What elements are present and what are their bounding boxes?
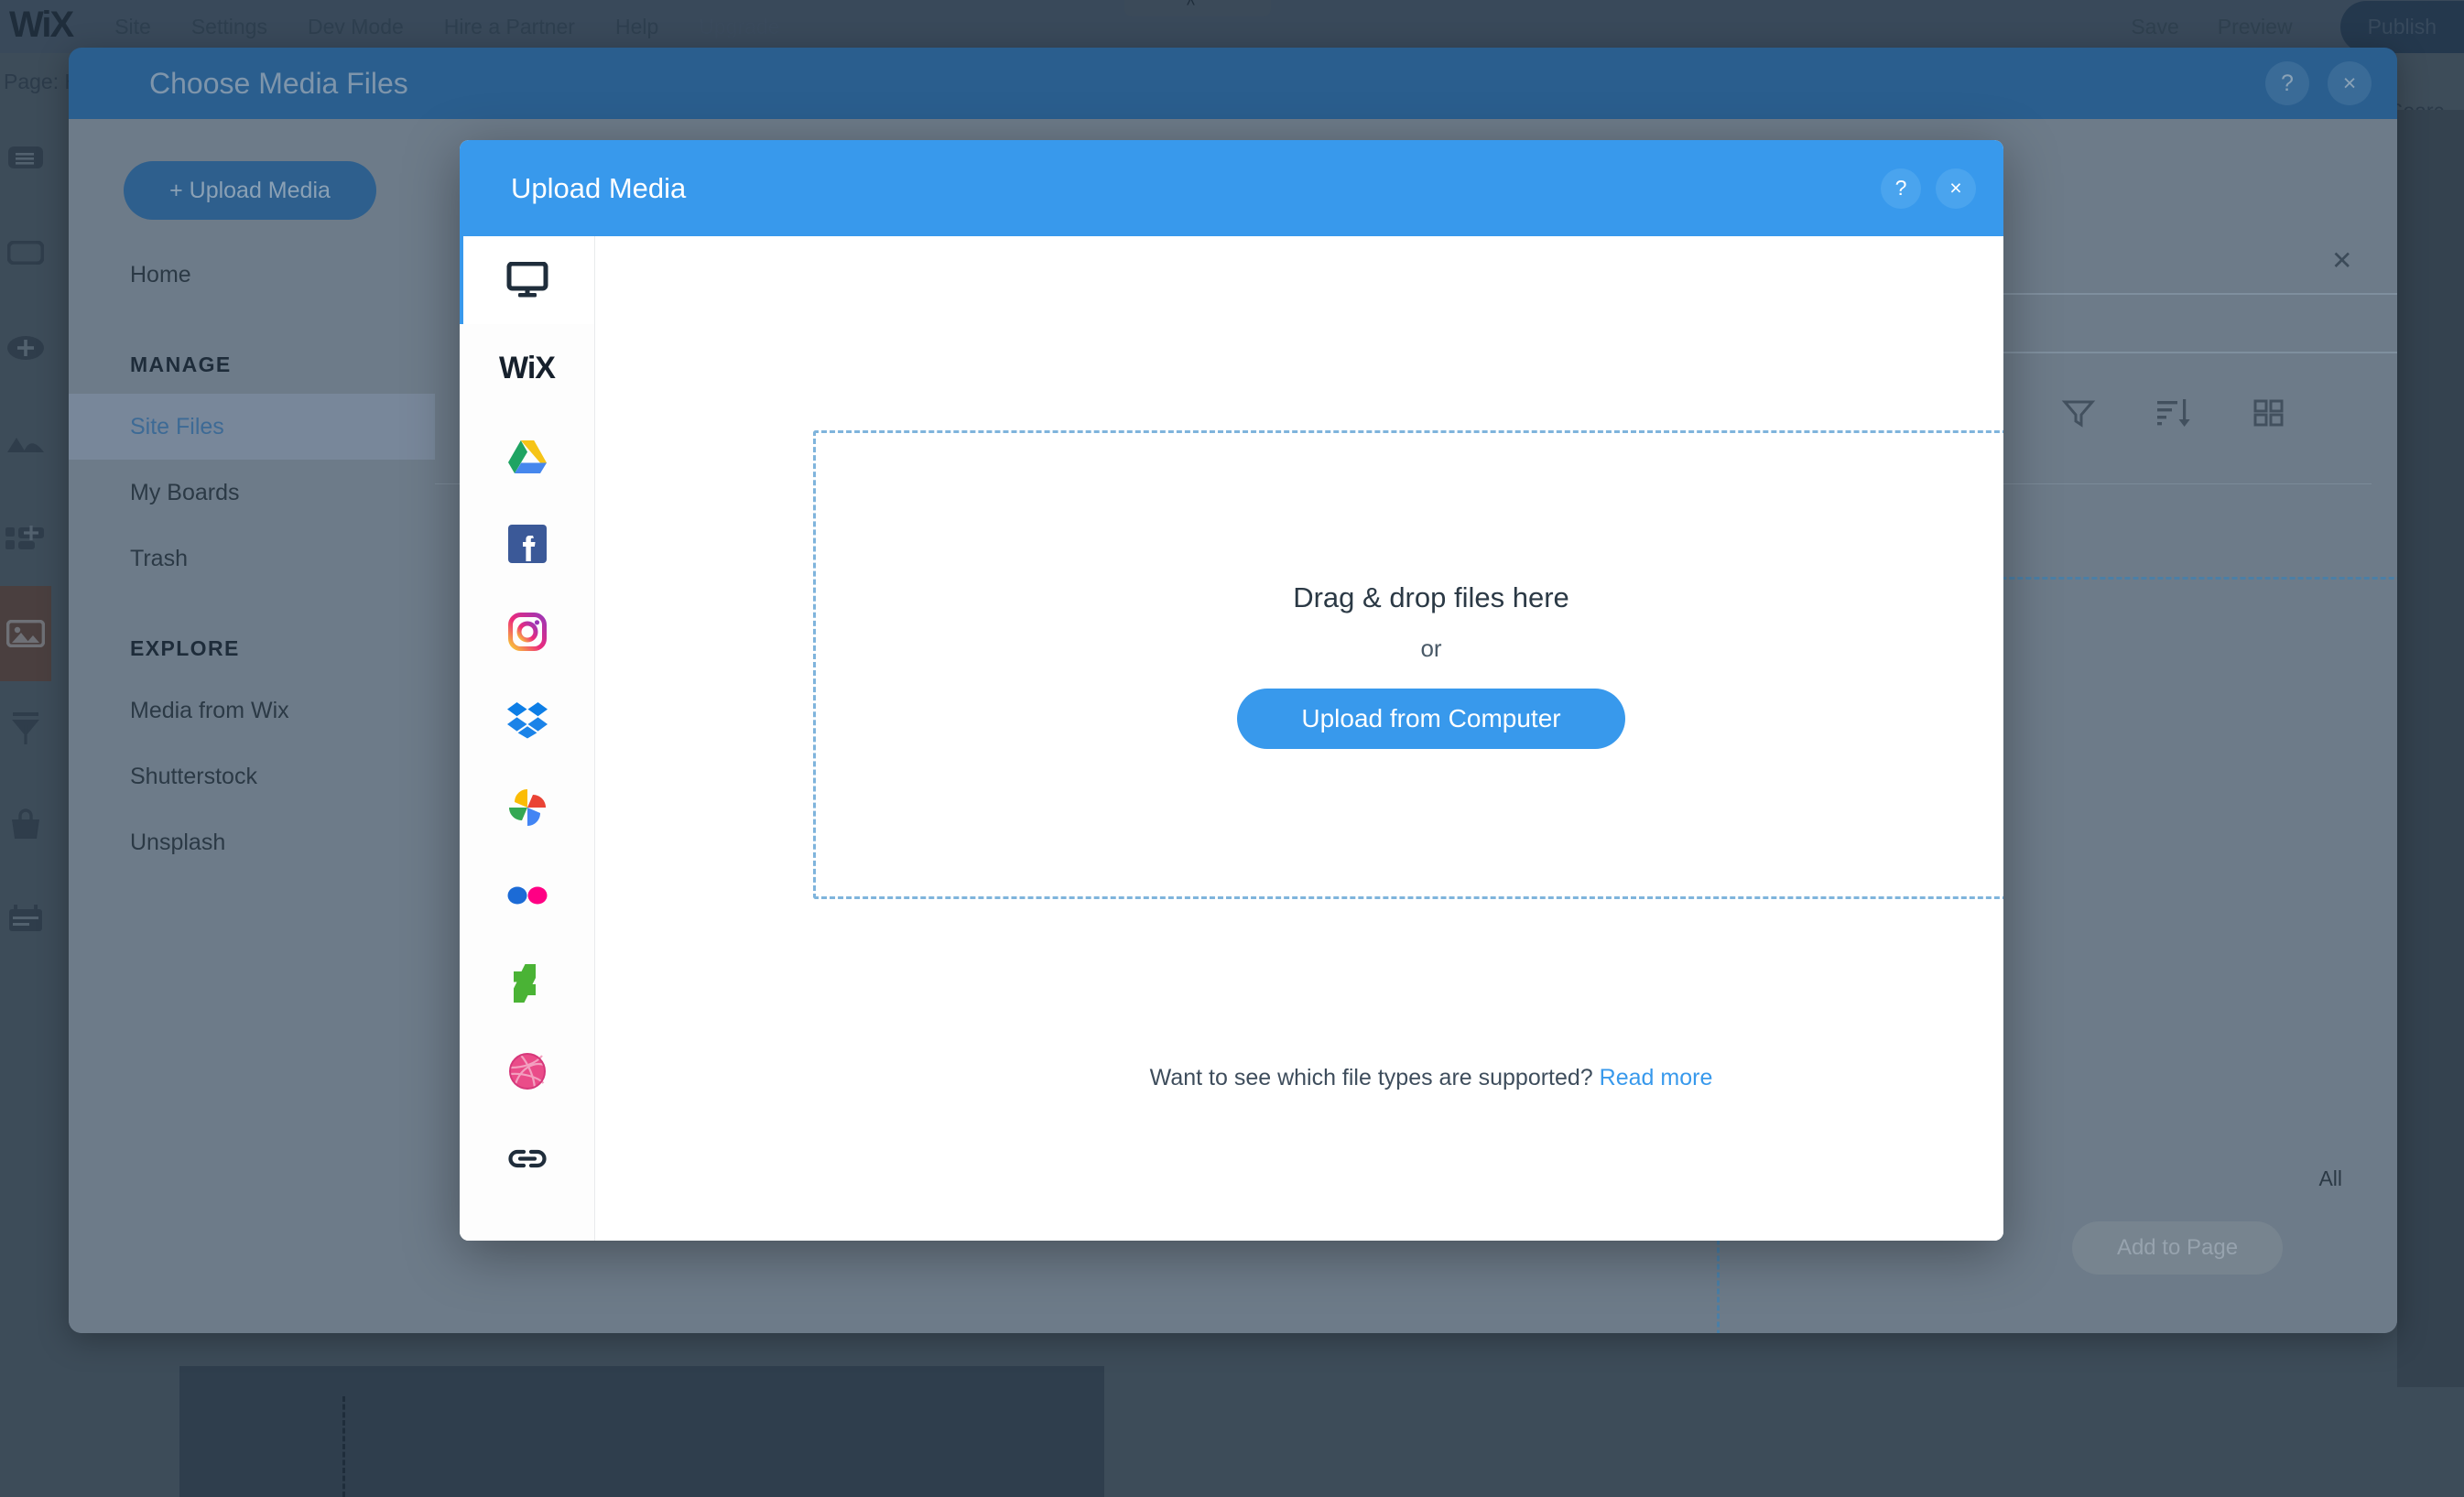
upload-source-wix[interactable]: WiX [460,324,594,412]
upload-source-facebook[interactable] [460,500,594,588]
wix-logo-icon: WiX [499,351,555,386]
add-apps-icon [5,526,46,551]
file-dropzone[interactable]: Drag & drop files here or Upload from Co… [813,430,2003,899]
choose-dialog-header-buttons: ? × [2265,61,2372,105]
menu-item-help[interactable]: Help [615,15,658,39]
chevron-up-icon: ^ [1187,0,1195,16]
section-icon [7,241,44,265]
preview-button[interactable]: Preview [2218,15,2293,39]
canvas-dark-block [179,1366,1104,1497]
choose-dialog-title: Choose Media Files [149,67,408,101]
choose-dialog-close-button[interactable]: × [2328,61,2372,105]
deviantart-icon [512,964,543,1003]
upload-modal-title: Upload Media [511,172,686,205]
blog-pen-icon [10,712,41,745]
upload-source-dribbble[interactable] [460,1027,594,1115]
upload-media-button[interactable]: + Upload Media [124,161,376,220]
upload-media-modal: Upload Media ? × WiX [460,140,2003,1241]
sidebar-item-media-from-wix[interactable]: Media from Wix [69,678,435,743]
instagram-icon [508,613,547,651]
menu-item-settings[interactable]: Settings [191,15,267,39]
upload-source-google-photos[interactable] [460,764,594,852]
choose-dialog-sidebar: + Upload Media Home MANAGE Site Files My… [69,119,435,1333]
add-element-icon [6,335,45,361]
my-uploads-icon [6,620,45,647]
rail-item-section[interactable] [0,205,51,300]
rail-item-menu-panel[interactable] [0,110,51,205]
save-button[interactable]: Save [2131,15,2178,39]
menu-item-hire-a-partner[interactable]: Hire a Partner [444,15,575,39]
wix-logo: WiX [9,5,72,46]
sidebar-item-my-boards[interactable]: My Boards [69,460,435,526]
dropzone-footnote-text: Want to see which file types are support… [1150,1065,1593,1090]
rail-item-blog[interactable] [0,681,51,776]
media-toolbar [2060,394,2287,430]
upload-source-google-drive[interactable] [460,412,594,500]
menu-item-site[interactable]: Site [114,15,151,39]
dropzone-title: Drag & drop files here [1293,581,1569,614]
rail-item-bookings[interactable] [0,872,51,967]
menu-item-upgrade[interactable]: Upgrade [699,15,779,39]
choose-dialog-header: Choose Media Files ? × [69,48,2397,119]
dropbox-icon [506,700,548,739]
menu-panel-icon [7,146,44,169]
editor-left-rail [0,110,51,1387]
upload-modal-body: WiX [460,236,2003,1241]
upload-source-dropbox[interactable] [460,676,594,764]
collapse-toolbar-tab[interactable] [1124,0,1271,16]
editor-topbar-actions: Save Preview Publish [2131,1,2464,53]
dribbble-icon [508,1052,547,1090]
upload-source-my-computer[interactable] [460,236,594,324]
rail-item-my-uploads[interactable] [0,586,51,681]
menu-item-dev-mode[interactable]: Dev Mode [308,15,404,39]
choose-dialog-help-button[interactable]: ? [2265,61,2309,105]
upload-source-link[interactable] [460,1115,594,1203]
google-photos-icon [508,788,547,827]
upload-modal-close-button[interactable]: × [1936,168,1976,209]
rail-item-add-apps[interactable] [0,491,51,586]
upload-modal-header: Upload Media ? × [460,140,2003,236]
publish-button[interactable]: Publish [2340,1,2464,53]
dropzone-footnote: Want to see which file types are support… [816,1065,2003,1091]
rail-item-store[interactable] [0,776,51,872]
sidebar-item-site-files[interactable]: Site Files [69,394,435,460]
editor-close-x-icon[interactable]: ✕ [2331,245,2352,276]
editor-topbar: WiX Site Settings Dev Mode Hire a Partne… [0,0,2464,53]
editor-menubar: Site Settings Dev Mode Hire a Partner He… [114,15,779,39]
canvas-guide-line [342,1396,345,1497]
upload-source-flickr[interactable] [460,852,594,939]
rail-item-add-element[interactable] [0,300,51,396]
dropzone-inner: Drag & drop files here or Upload from Co… [816,433,2003,896]
sidebar-item-unsplash[interactable]: Unsplash [69,809,435,875]
sort-icon[interactable] [2154,394,2194,430]
read-more-link[interactable]: Read more [1600,1065,1713,1090]
sidebar-item-trash[interactable]: Trash [69,526,435,591]
flickr-icon [506,884,548,906]
upload-modal-content: Drag & drop files here or Upload from Co… [595,236,2003,1241]
filter-icon[interactable] [2060,394,2097,430]
upload-modal-help-button[interactable]: ? [1881,168,1921,209]
sidebar-item-home[interactable]: Home [69,242,435,308]
google-drive-icon [507,438,548,474]
facebook-icon [508,525,547,563]
bookings-calendar-icon [7,905,44,934]
upload-source-instagram[interactable] [460,588,594,676]
upload-modal-header-buttons: ? × [1881,168,1976,209]
media-shapes-icon [5,432,46,454]
upload-source-rail: WiX [460,236,595,1241]
dropzone-or-label: or [1420,635,1441,663]
upload-source-deviantart[interactable] [460,939,594,1027]
add-to-page-button[interactable]: Add to Page [2072,1221,2283,1275]
sidebar-section-manage: MANAGE [69,341,435,388]
sidebar-section-explore: EXPLORE [69,624,435,672]
monitor-icon [506,262,548,298]
link-icon [506,1144,548,1175]
rail-item-media-shapes[interactable] [0,396,51,491]
sidebar-item-shutterstock[interactable]: Shutterstock [69,743,435,809]
grid-view-icon[interactable] [2251,394,2287,430]
footer-all-label: All [2318,1166,2342,1191]
editor-right-panel [2397,110,2464,1387]
store-bag-icon [10,808,41,840]
upload-from-computer-button[interactable]: Upload from Computer [1237,689,1625,749]
